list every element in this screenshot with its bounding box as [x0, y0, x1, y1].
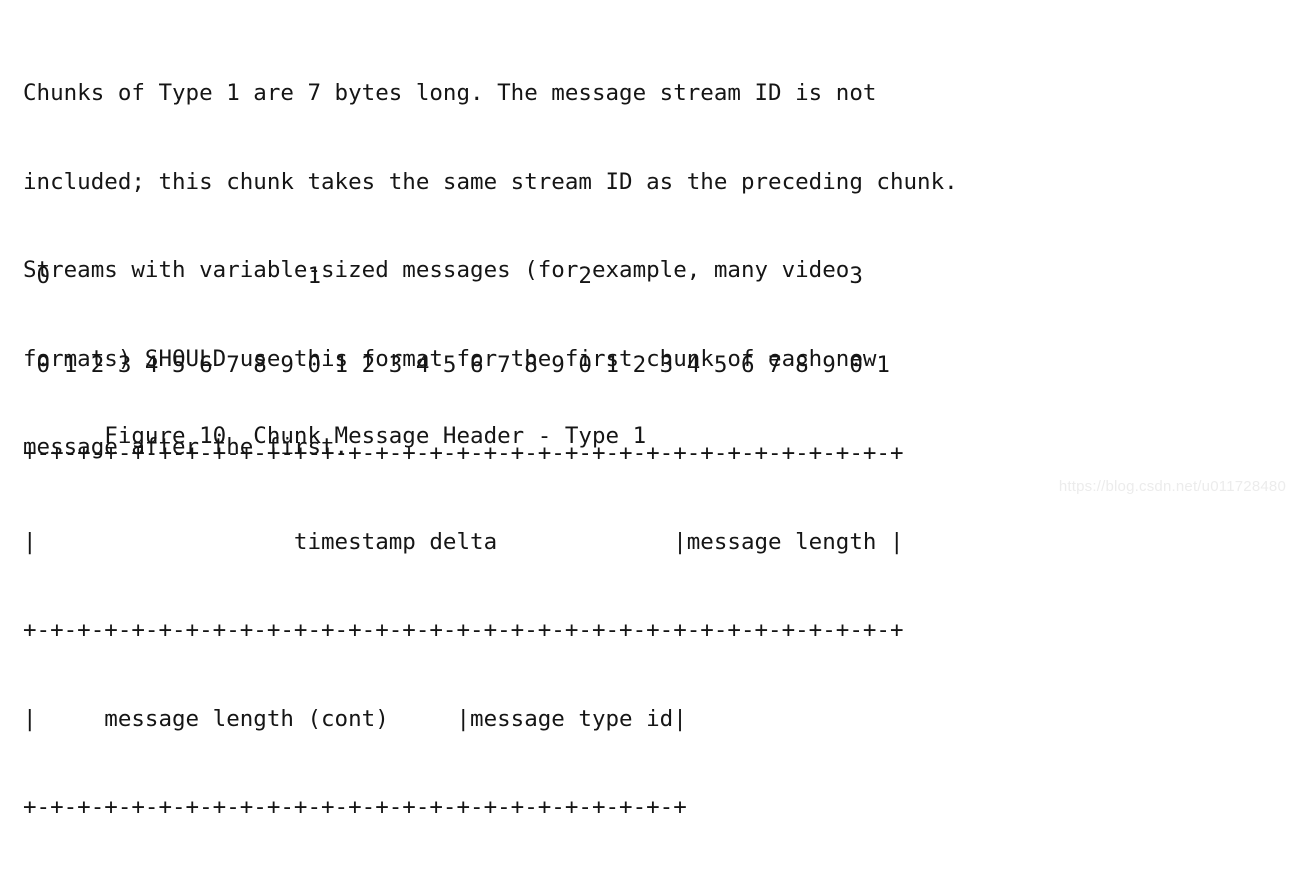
diagram-separator-middle: +-+-+-+-+-+-+-+-+-+-+-+-+-+-+-+-+-+-+-+-…	[23, 617, 904, 643]
document-page: Chunks of Type 1 are 7 bytes long. The m…	[0, 0, 1308, 820]
diagram-field-row-2: | message length (cont) |message type id…	[23, 705, 687, 732]
bit-ruler-tens: 0 1 2 3	[23, 263, 863, 289]
csdn-blog-watermark: https://blog.csdn.net/u011728480	[1058, 478, 1286, 495]
paragraph-line: Chunks of Type 1 are 7 bytes long. The m…	[23, 80, 877, 106]
ascii-bitfield-diagram: 0 1 2 3 0 1 2 3 4 5 6 7 8 9 0 1 2 3 4 5 …	[23, 203, 904, 882]
bit-ruler-units: 0 1 2 3 4 5 6 7 8 9 0 1 2 3 4 5 6 7 8 9 …	[23, 351, 890, 378]
paragraph-line: included; this chunk takes the same stre…	[23, 168, 958, 195]
diagram-separator-bottom: +-+-+-+-+-+-+-+-+-+-+-+-+-+-+-+-+-+-+-+-…	[23, 794, 687, 820]
diagram-field-row-1: | timestamp delta |message length |	[23, 528, 904, 555]
figure-caption: Figure 10 Chunk Message Header - Type 1	[23, 423, 647, 449]
